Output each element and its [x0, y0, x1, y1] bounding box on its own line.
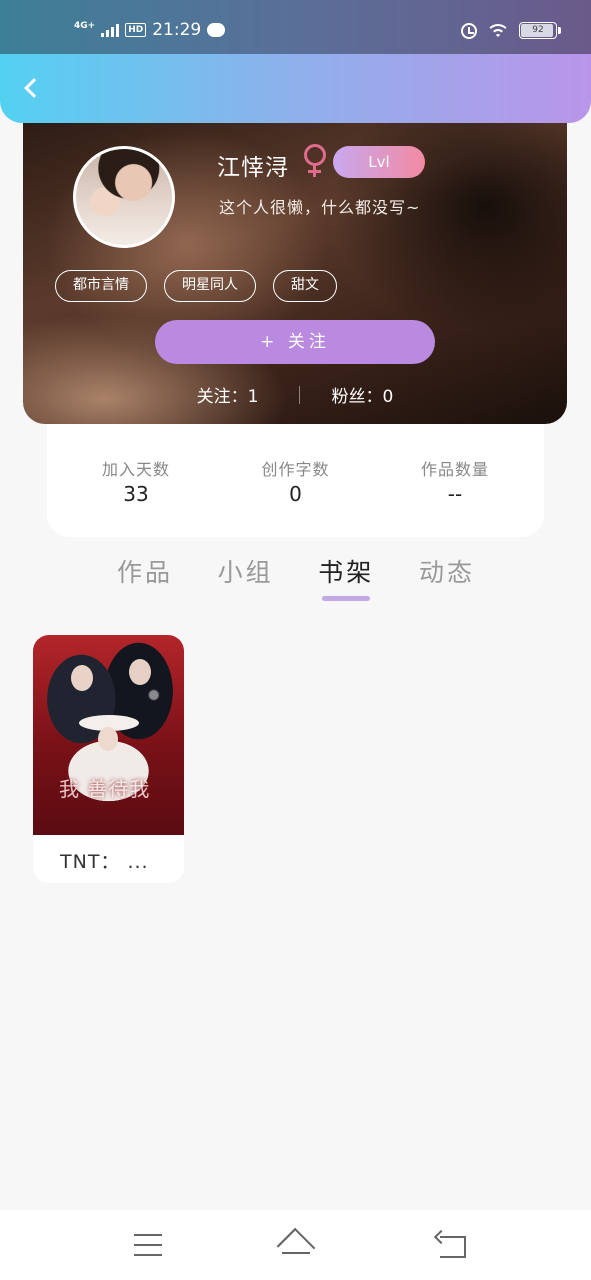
- following-stat[interactable]: 关注：1: [197, 382, 259, 407]
- level-badge: Lvl: [333, 146, 425, 178]
- following-count: 1: [247, 387, 259, 407]
- profile-card: 江悻浔 Lvl 这个人很懒，什么都没写~ 都市言情 明星同人 甜文 + 关注 关…: [23, 112, 567, 424]
- follow-button[interactable]: + 关注: [155, 320, 435, 364]
- status-time: 21:29: [152, 20, 202, 40]
- stat-value: 33: [123, 482, 149, 506]
- tab-groups[interactable]: 小组: [201, 553, 291, 603]
- menu-icon[interactable]: [134, 1234, 162, 1256]
- battery-level: 92: [532, 25, 544, 35]
- back-icon[interactable]: [434, 1232, 468, 1258]
- alarm-icon: [461, 22, 477, 39]
- back-button[interactable]: [16, 72, 48, 104]
- stat-label: 创作字数: [261, 460, 330, 479]
- avatar[interactable]: [73, 146, 175, 248]
- stat-label: 加入天数: [101, 460, 170, 479]
- female-symbol-icon: [303, 142, 326, 178]
- network-indicator: 4G+: [74, 20, 96, 31]
- username: 江悻浔: [217, 155, 289, 181]
- divider: [298, 385, 300, 404]
- bio: 这个人很懒，什么都没写~: [219, 198, 421, 217]
- stat-value: --: [447, 482, 463, 506]
- stat-join-days: 加入天数 33: [91, 456, 181, 537]
- tab-bar: 作品 小组 书架 动态: [100, 553, 492, 603]
- tag[interactable]: 甜文: [273, 270, 337, 302]
- wifi-icon: [487, 23, 509, 39]
- fans-count: 0: [382, 387, 394, 407]
- signal-icon: [101, 23, 120, 37]
- wechat-icon: [207, 23, 226, 37]
- fans-stat[interactable]: 粉丝：0: [332, 382, 394, 407]
- stats-panel: 加入天数 33 创作字数 0 作品数量 --: [47, 420, 544, 537]
- stat-work-count: 作品数量 --: [410, 456, 500, 537]
- status-right: 92: [461, 22, 561, 39]
- tag[interactable]: 明星同人: [164, 270, 256, 302]
- book-card[interactable]: 我 善待我 TNT： ...: [33, 635, 184, 883]
- book-cover: 我 善待我: [33, 635, 184, 835]
- tab-works[interactable]: 作品: [100, 553, 190, 603]
- header: [0, 54, 591, 123]
- hd-badge: HD: [125, 23, 147, 37]
- stat-value: 0: [289, 482, 302, 506]
- following-label: 关注：: [196, 387, 248, 407]
- tab-activity[interactable]: 动态: [402, 553, 492, 603]
- status-left: 4G+ HD 21:29: [74, 20, 226, 40]
- cover-title: 我 善待我: [59, 777, 151, 801]
- home-icon[interactable]: [276, 1230, 316, 1258]
- tag[interactable]: 都市言情: [55, 270, 147, 302]
- stat-label: 作品数量: [420, 460, 489, 479]
- follow-stats: 关注：1 粉丝：0: [23, 382, 567, 407]
- battery-icon: 92: [519, 22, 561, 39]
- stat-word-count: 创作字数 0: [251, 456, 341, 537]
- book-title: TNT： ...: [60, 851, 149, 873]
- system-nav-bar: [0, 1210, 591, 1280]
- tag-list: 都市言情 明星同人 甜文: [55, 270, 337, 302]
- tab-bookshelf[interactable]: 书架: [301, 553, 391, 603]
- fans-label: 粉丝：: [331, 387, 383, 407]
